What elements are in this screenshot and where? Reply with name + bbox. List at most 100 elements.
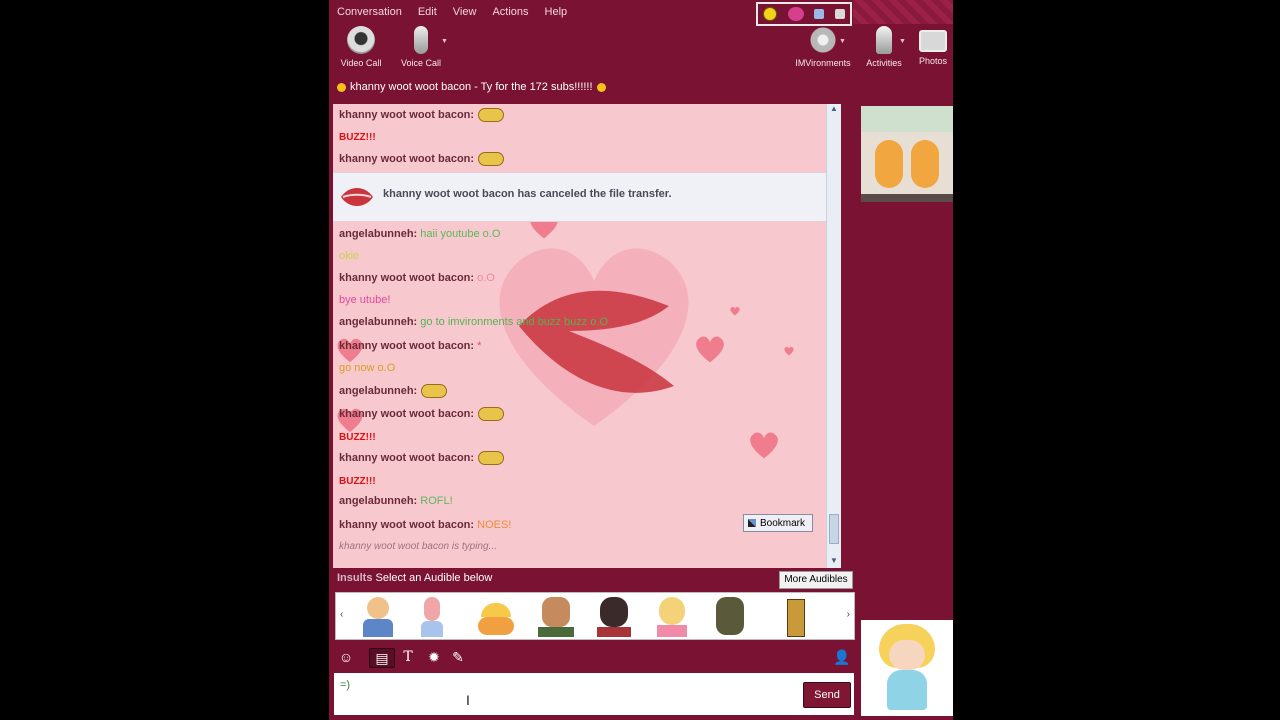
emoticon-picker-icon[interactable]: ☺ (337, 648, 355, 666)
background-icon[interactable]: ✹ (425, 648, 443, 666)
avatar-figure-left (875, 140, 903, 188)
sender-name: khanny woot woot bacon: (339, 340, 475, 352)
bookmark-label: Bookmark (760, 517, 806, 529)
microphone-icon (414, 26, 428, 54)
message-input[interactable]: =) (333, 672, 855, 716)
audible-item[interactable] (594, 595, 634, 639)
chat-scrollbar[interactable]: ▲ ▼ (826, 104, 841, 568)
sender-name: khanny woot woot bacon: (339, 272, 475, 284)
chevron-down-icon[interactable]: ▼ (839, 38, 846, 45)
sender-name: khanny woot woot bacon: (339, 451, 475, 464)
sender-name: khanny woot woot bacon: (339, 152, 475, 165)
audible-item[interactable] (776, 595, 816, 639)
more-audibles-button[interactable]: More Audibles (779, 571, 853, 589)
chat-line: khanny woot woot bacon: (339, 407, 505, 421)
menu-actions[interactable]: Actions (492, 6, 528, 22)
activities-label: Activities (866, 58, 902, 68)
contact-info-icon[interactable]: 👤 (833, 648, 851, 666)
audible-item[interactable] (412, 595, 452, 639)
buzz-text: BUZZ!!! (339, 132, 376, 143)
status-icons-box (756, 2, 852, 26)
display-image-backdrop (861, 106, 953, 132)
audibles-strip: ‹ › (335, 592, 855, 640)
photos-button[interactable]: Photos (915, 26, 951, 66)
audible-item[interactable] (358, 595, 398, 639)
menu-view[interactable]: View (453, 6, 477, 22)
audible-item[interactable] (710, 595, 750, 639)
file-transfer-text: khanny woot woot bacon has canceled the … (383, 188, 672, 200)
audible-item[interactable] (652, 595, 692, 639)
avatar-face (889, 640, 925, 670)
chat-line: BUZZ!!! (339, 431, 376, 443)
chat-line: khanny woot woot bacon: * (339, 340, 481, 352)
webcam-icon (347, 26, 375, 54)
message-text: * (477, 340, 482, 352)
bee-emoticon-icon (478, 152, 505, 166)
message-text: go to imvironments and buzz buzz o.O (420, 316, 609, 328)
lips-icon (341, 188, 373, 206)
photo-icon[interactable] (814, 9, 825, 19)
send-button[interactable]: Send (803, 682, 851, 708)
message-input-text: =) (340, 679, 351, 691)
chat-line: angelabunneh: go to imvironments and buz… (339, 316, 608, 328)
audibles-header: Insults Select an Audible below (337, 572, 492, 584)
imvironments-icon (809, 26, 837, 54)
status-indicator-icon (337, 82, 346, 92)
audible-toggle-icon[interactable]: ▤ (369, 648, 395, 668)
menu-bar: Conversation Edit View Actions Help (337, 6, 567, 22)
menu-help[interactable]: Help (545, 6, 568, 22)
bookmark-button[interactable]: Bookmark (743, 514, 813, 532)
scroll-down-icon[interactable]: ▼ (827, 556, 841, 568)
chat-line: okie (339, 250, 359, 262)
chat-line: khanny woot woot bacon: NOES! (339, 519, 511, 531)
voice-call-button[interactable]: Voice Call ▼ (399, 26, 448, 68)
contact-status-line: khanny woot woot bacon - Ty for the 172 … (337, 81, 606, 93)
smiley-icon[interactable] (763, 7, 778, 21)
heart-icon[interactable] (787, 7, 804, 21)
typing-indicator: khanny woot woot bacon is typing... (339, 541, 497, 552)
heart-decoration-icon (784, 346, 794, 356)
avatar-dress (887, 670, 927, 710)
bee-emoticon-icon (478, 108, 505, 122)
sender-name: khanny woot woot bacon: (339, 519, 475, 531)
chat-line: angelabunneh: (339, 384, 448, 398)
message-text: ROFL! (420, 495, 453, 507)
message-text: NOES! (477, 519, 512, 531)
text-format-icon[interactable]: T (399, 648, 417, 666)
bee-emoticon-icon (421, 384, 448, 398)
attach-file-icon[interactable]: ✎ (449, 648, 467, 666)
message-text: go now o.O (339, 362, 396, 374)
menu-edit[interactable]: Edit (418, 6, 437, 22)
bee-emoticon-icon (478, 407, 505, 421)
photos-label: Photos (918, 56, 948, 66)
heart-decoration-icon (730, 306, 740, 316)
bee-emoticon-icon (478, 451, 505, 465)
video-call-button[interactable]: Video Call (339, 26, 383, 68)
audible-item[interactable] (536, 595, 576, 639)
decorative-diamond-pattern (853, 0, 953, 24)
scroll-right-icon[interactable]: › (847, 609, 850, 620)
menu-conversation[interactable]: Conversation (337, 6, 402, 22)
contact-display-image[interactable] (861, 106, 953, 202)
audibles-category[interactable]: Insults (337, 572, 372, 584)
chevron-down-icon[interactable]: ▼ (441, 38, 448, 45)
scroll-left-icon[interactable]: ‹ (340, 609, 343, 620)
chat-history[interactable]: khanny woot woot bacon: BUZZ!!! khanny w… (333, 104, 841, 568)
photos-icon (919, 30, 947, 52)
activities-button[interactable]: Activities ▼ (863, 26, 906, 68)
scrollbar-thumb[interactable] (829, 514, 839, 544)
scroll-up-icon[interactable]: ▲ (827, 104, 841, 116)
audibles-prompt: Select an Audible below (375, 572, 493, 584)
wrench-icon[interactable] (834, 9, 845, 19)
my-display-image[interactable] (861, 620, 953, 716)
message-text: bye utube! (339, 294, 391, 306)
buzz-text: BUZZ!!! (339, 432, 376, 443)
heart-decoration-icon (696, 336, 724, 363)
chevron-down-icon[interactable]: ▼ (899, 38, 906, 45)
message-text: haii youtube o.O (420, 228, 501, 240)
imvironments-button[interactable]: IMVironments ▼ (793, 26, 853, 68)
audible-item[interactable] (476, 595, 516, 639)
buzz-text: BUZZ!!! (339, 476, 376, 487)
chat-line: angelabunneh: ROFL! (339, 495, 453, 507)
sender-name: angelabunneh: (339, 495, 418, 507)
